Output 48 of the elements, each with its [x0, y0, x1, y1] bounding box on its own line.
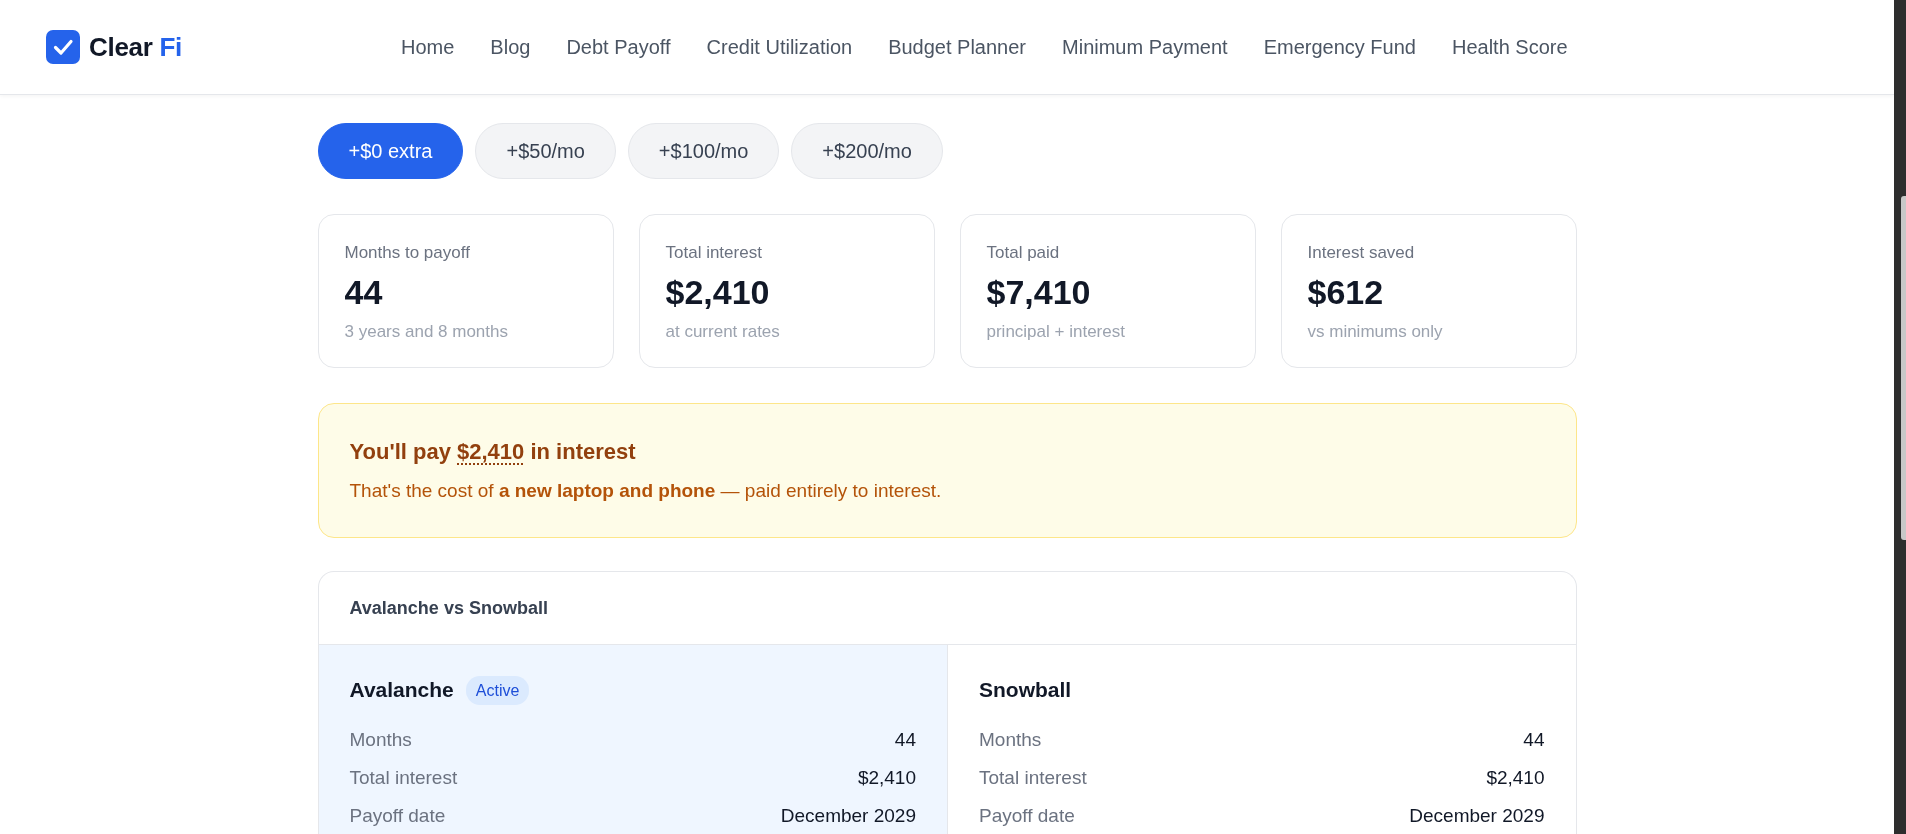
row-value: $2,410 — [1486, 767, 1545, 789]
row-value: December 2029 — [780, 805, 916, 827]
stat-note: 3 years and 8 months — [344, 321, 508, 343]
nav-link[interactable]: Home — [401, 35, 455, 59]
row-label: Months — [349, 729, 412, 751]
nav-link[interactable]: Health Score — [1451, 35, 1568, 59]
row-value: $2,410 — [857, 767, 916, 789]
nav-link[interactable]: Emergency Fund — [1263, 35, 1416, 59]
row-value: December 2029 — [1409, 805, 1545, 827]
stat-note: principal + interest — [986, 321, 1125, 343]
stat-value: $612 — [1307, 272, 1384, 312]
extra-payment-button[interactable]: +$0 extra — [317, 123, 464, 179]
strategy-panel[interactable]: Snowball Months 44 Total interest $2,410 Payoff date December 2029 — [947, 645, 1576, 834]
nav-link[interactable]: Credit Utilization — [706, 35, 853, 59]
row-value: 44 — [1523, 729, 1545, 751]
stat-note: at current rates — [665, 321, 780, 343]
stat-value: $2,410 — [665, 272, 770, 312]
row-label: Payoff date — [979, 805, 1075, 827]
row-value: 44 — [894, 729, 916, 751]
scrollbar[interactable] — [1894, 0, 1906, 834]
status-badge: Active — [465, 675, 530, 705]
stat-label: Total interest — [665, 242, 762, 264]
strategy-name: Avalanche — [349, 678, 454, 702]
alert-message: That's the cost of a new laptop and phone — paid entirely to interest. — [349, 479, 942, 503]
row-label: Total interest — [349, 767, 458, 789]
stat-note: vs minimums only — [1307, 321, 1443, 343]
nav-link[interactable]: Budget Planner — [888, 35, 1027, 59]
extra-payment-button[interactable]: +$50/mo — [475, 123, 616, 179]
comparison-title: Avalanche vs Snowball — [349, 597, 548, 619]
alert-title: You'll pay $2,410 in interest — [349, 438, 636, 466]
row-label: Months — [979, 729, 1042, 751]
brand-name[interactable]: Clear Fi — [89, 31, 182, 63]
stat-label: Total paid — [986, 242, 1060, 264]
stat-value: $7,410 — [986, 272, 1091, 312]
nav-link[interactable]: Minimum Payment — [1062, 35, 1228, 59]
nav-link[interactable]: Debt Payoff — [566, 35, 671, 59]
check-square-icon — [46, 30, 80, 64]
scrollbar-thumb[interactable] — [1901, 196, 1906, 540]
extra-payment-button[interactable]: +$100/mo — [627, 123, 780, 179]
row-label: Payoff date — [349, 805, 446, 827]
row-label: Total interest — [979, 767, 1087, 789]
strategy-name: Snowball — [979, 678, 1072, 702]
extra-payment-button[interactable]: +$200/mo — [791, 123, 943, 179]
stat-label: Months to payoff — [344, 242, 470, 264]
stat-label: Interest saved — [1307, 242, 1415, 264]
nav-link[interactable]: Blog — [490, 35, 531, 59]
strategy-panel[interactable]: Avalanche Active Months 44 Total interest $2,410 Payoff date December 2029 — [318, 645, 947, 834]
stat-value: 44 — [344, 272, 383, 312]
